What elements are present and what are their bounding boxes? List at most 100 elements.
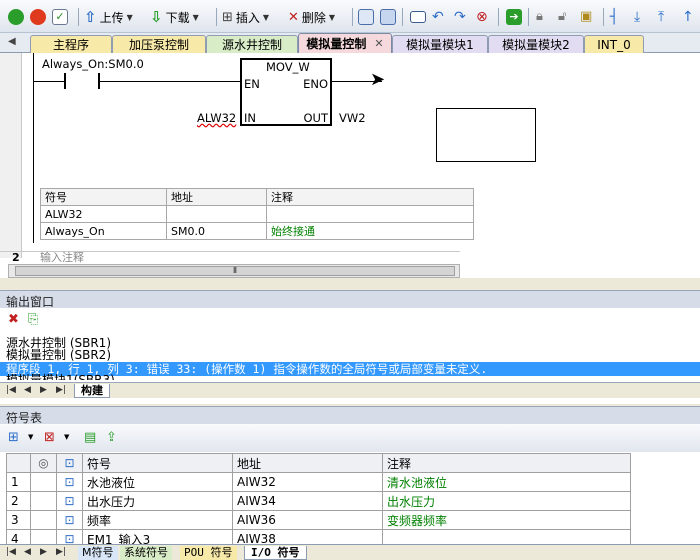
first-tab-icon[interactable]: |◀ xyxy=(6,547,16,557)
col-header-symbol: 符号 xyxy=(82,453,233,473)
download-button[interactable]: ⇩ 下载 ▼ xyxy=(150,7,199,27)
comment-cell[interactable] xyxy=(266,205,474,223)
tab-scroll-left-icon[interactable]: ◀ xyxy=(8,36,16,47)
comment-cell[interactable]: 变频器频率 xyxy=(382,510,631,530)
delete-button[interactable]: ✕ 删除 ▼ xyxy=(288,7,335,27)
address-cell[interactable]: SM0.0 xyxy=(166,222,267,240)
coil-down-icon[interactable]: ⤓ xyxy=(634,9,650,25)
clear-icon[interactable]: ⊗ xyxy=(476,9,492,25)
symbol-table-title: 符号表 xyxy=(0,406,700,425)
tab-analog-control[interactable]: 模拟量控制 ✕ xyxy=(298,33,392,53)
empty-network-box[interactable] xyxy=(436,108,536,162)
network-view-icon[interactable] xyxy=(380,9,396,25)
insert-button[interactable]: ⊞ 插入 ▼ xyxy=(222,7,269,27)
in-operand[interactable]: ALW32 xyxy=(197,111,236,125)
address-cell[interactable]: AIW32 xyxy=(232,472,383,492)
forward-icon[interactable]: ↷ xyxy=(454,9,470,25)
network-2-header[interactable]: 2 输入注释 xyxy=(0,251,460,264)
tab-build[interactable]: 构建 xyxy=(74,384,110,398)
add-symbol-icon[interactable]: ⊞ xyxy=(8,430,19,445)
coil-up-icon[interactable]: ⤒ xyxy=(658,9,674,25)
back-icon[interactable]: ↶ xyxy=(432,9,448,25)
chevron-down-icon[interactable]: ▼ xyxy=(329,13,335,22)
chevron-down-icon[interactable]: ▼ xyxy=(263,13,269,22)
tab-system-symbols[interactable]: 系统符号 xyxy=(120,546,172,560)
tab-label: 模拟量模块2 xyxy=(502,38,570,52)
next-tab-icon[interactable]: ▶ xyxy=(40,385,47,395)
last-tab-icon[interactable]: ▶| xyxy=(56,385,66,395)
contact-label: Always_On:SM0.0 xyxy=(42,57,144,71)
run-icon[interactable] xyxy=(8,9,24,25)
contact-icon[interactable]: ┤ xyxy=(610,9,626,25)
lock-icon[interactable]: 🔒︎ xyxy=(536,9,552,25)
local-symbol-table: 符号 地址 注释 ALW32 Always_On SM0.0 始终接通 xyxy=(40,188,474,240)
ladder-editor[interactable]: Always_On:SM0.0 MOV_W EN ENO IN OUT ➤ AL… xyxy=(0,53,700,278)
symbol-cell[interactable]: 出水压力 xyxy=(82,491,233,511)
contact-left-bar[interactable] xyxy=(64,73,66,89)
chevron-down-icon[interactable]: ▼ xyxy=(28,433,33,441)
tab-analog-module-2[interactable]: 模拟量模块2 xyxy=(488,35,584,53)
table-row[interactable]: ALW32 xyxy=(40,205,474,223)
editor-horizontal-scrollbar[interactable]: ⦀ xyxy=(8,264,460,278)
chevron-down-icon[interactable]: ▼ xyxy=(64,433,69,441)
symbol-table: ◎ ⊡ 符号 地址 注释 1 ⊡ 水池液位 AIW32 清水池液位 2 ⊡ 出水… xyxy=(6,453,631,549)
first-tab-icon[interactable]: |◀ xyxy=(6,385,16,395)
tab-pou-symbols[interactable]: POU 符号 xyxy=(180,546,237,560)
chevron-down-icon[interactable]: ▼ xyxy=(193,13,199,22)
compile-icon[interactable]: ✓ xyxy=(52,9,68,25)
address-cell[interactable] xyxy=(166,205,267,223)
lock-all-icon[interactable]: ▣ xyxy=(580,9,596,25)
col-header-address: 地址 xyxy=(166,188,267,206)
download-label: 下载 xyxy=(165,10,190,25)
tab-analog-module-1[interactable]: 模拟量模块1 xyxy=(392,35,488,53)
upload-button[interactable]: ⇧ 上传 ▼ xyxy=(84,7,133,27)
out-operand[interactable]: VW2 xyxy=(339,111,366,125)
refresh-icon[interactable]: ⇪ xyxy=(106,430,117,445)
tab-main[interactable]: 主程序 xyxy=(30,35,112,53)
tab-m-symbols[interactable]: M符号 xyxy=(78,546,118,560)
sort-icon[interactable]: ▤ xyxy=(84,430,96,445)
address-cell[interactable]: AIW34 xyxy=(232,491,383,511)
copy-output-icon[interactable]: ⎘ xyxy=(28,312,38,327)
table-row[interactable]: 1 ⊡ 水池液位 AIW32 清水池液位 xyxy=(6,472,631,492)
tab-int0[interactable]: INT_0 xyxy=(584,35,644,53)
toolbar-separator xyxy=(603,8,604,26)
tab-label: 源水井控制 xyxy=(221,38,282,52)
prev-tab-icon[interactable]: ◀ xyxy=(24,547,31,557)
symbol-cell[interactable]: ALW32 xyxy=(40,205,167,223)
comment-cell[interactable]: 始终接通 xyxy=(266,222,474,240)
network-compare-icon[interactable] xyxy=(358,9,374,25)
chevron-down-icon[interactable]: ▼ xyxy=(127,13,133,22)
next-tab-icon[interactable]: ▶ xyxy=(40,547,47,557)
output-window-title: 输出窗口 xyxy=(0,290,700,309)
table-row[interactable]: 2 ⊡ 出水压力 AIW34 出水压力 xyxy=(6,491,631,511)
symbol-cell[interactable]: 频率 xyxy=(82,510,233,530)
mov-w-box[interactable]: MOV_W EN ENO IN OUT xyxy=(240,58,332,126)
network-comment-placeholder[interactable]: 输入注释 xyxy=(40,252,84,264)
output-line: 模拟量模块1(SBR3) xyxy=(6,374,115,380)
window-icon[interactable] xyxy=(410,11,426,23)
status-cell xyxy=(30,510,57,530)
unlock-icon[interactable]: 🔓︎ xyxy=(558,9,574,25)
symbol-cell[interactable]: Always_On xyxy=(40,222,167,240)
prev-tab-icon[interactable]: ◀ xyxy=(24,385,31,395)
comment-cell[interactable]: 出水压力 xyxy=(382,491,631,511)
last-tab-icon[interactable]: ▶| xyxy=(56,547,66,557)
close-tab-icon[interactable]: ✕ xyxy=(374,37,383,50)
tab-io-symbols[interactable]: I/O 符号 xyxy=(244,546,307,560)
line-up-icon[interactable]: ↑ xyxy=(682,9,698,25)
table-row[interactable]: Always_On SM0.0 始终接通 xyxy=(40,222,474,240)
goto-icon[interactable]: ➔ xyxy=(506,9,522,25)
stop-icon[interactable] xyxy=(30,9,46,25)
clear-output-icon[interactable]: ✖ xyxy=(8,312,19,327)
tab-pump-control[interactable]: 加压泵控制 xyxy=(112,35,206,53)
tab-well-control[interactable]: 源水井控制 xyxy=(206,35,298,53)
comment-cell[interactable]: 清水池液位 xyxy=(382,472,631,492)
scrollbar-thumb[interactable]: ⦀ xyxy=(15,266,455,276)
row-number: 3 xyxy=(6,510,31,530)
address-cell[interactable]: AIW36 xyxy=(232,510,383,530)
symbol-cell[interactable]: 水池液位 xyxy=(82,472,233,492)
table-row[interactable]: 3 ⊡ 频率 AIW36 变频器频率 xyxy=(6,510,631,530)
delete-symbol-icon[interactable]: ⊠ xyxy=(44,430,55,445)
rung-wire xyxy=(34,81,64,82)
